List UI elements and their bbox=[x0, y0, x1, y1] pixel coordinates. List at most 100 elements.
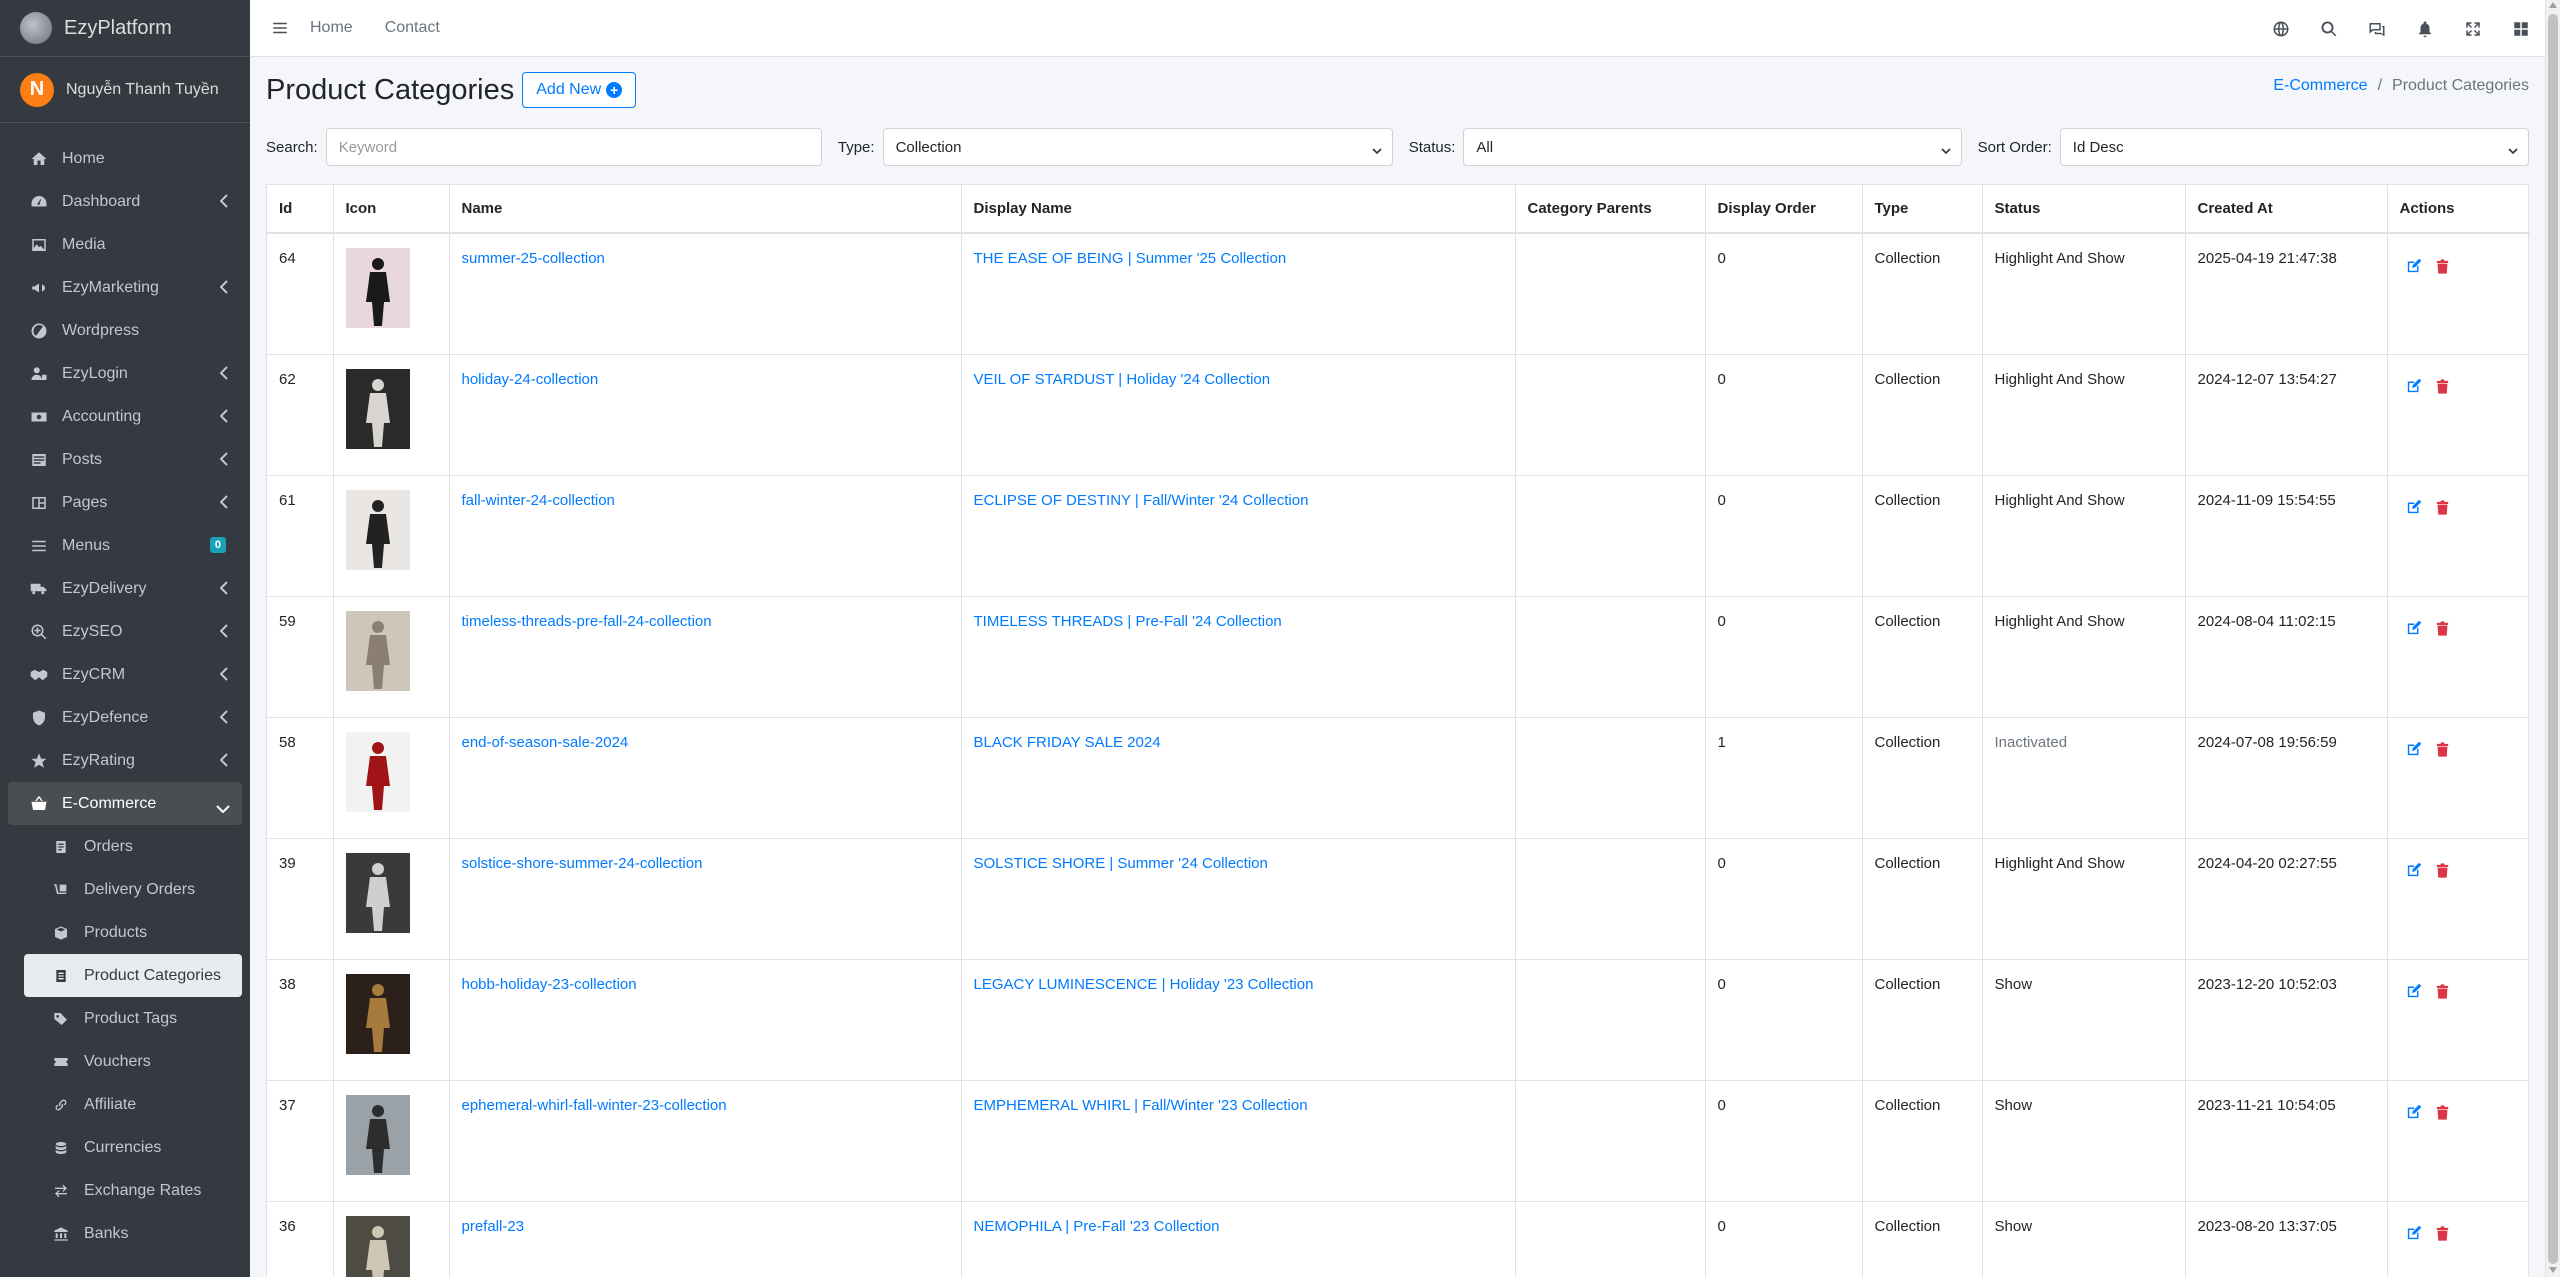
category-display-name-link[interactable]: LEGACY LUMINESCENCE | Holiday '23 Collec… bbox=[974, 976, 1314, 993]
category-name-link[interactable]: timeless-threads-pre-fall-24-collection bbox=[462, 613, 712, 630]
column-header-display-name[interactable]: Display Name bbox=[961, 185, 1516, 234]
edit-button[interactable] bbox=[2404, 1224, 2424, 1244]
column-header-name[interactable]: Name bbox=[449, 185, 962, 234]
basket-icon bbox=[28, 793, 50, 815]
column-header-id[interactable]: Id bbox=[267, 185, 334, 234]
edit-button[interactable] bbox=[2404, 498, 2424, 518]
sidebar-item-ezycrm[interactable]: EzyCRM bbox=[8, 653, 242, 696]
sidebar-item-vouchers[interactable]: Vouchers bbox=[24, 1040, 242, 1083]
sidebar-item-banks[interactable]: Banks bbox=[24, 1212, 242, 1255]
edit-button[interactable] bbox=[2404, 982, 2424, 1002]
category-display-name-link[interactable]: ECLIPSE OF DESTINY | Fall/Winter '24 Col… bbox=[974, 492, 1309, 509]
page-scrollbar[interactable] bbox=[2545, 0, 2560, 1277]
delete-button[interactable] bbox=[2433, 982, 2453, 1002]
sidebar-item-orders[interactable]: Orders bbox=[24, 825, 242, 868]
category-name-link[interactable]: fall-winter-24-collection bbox=[462, 492, 615, 509]
sidebar-item-ecommerce[interactable]: E-Commerce bbox=[8, 782, 242, 825]
sort-order-select[interactable]: Id Desc bbox=[2059, 128, 2529, 166]
category-thumbnail-image[interactable] bbox=[345, 489, 410, 570]
sidebar-item-ezylogin[interactable]: EzyLogin bbox=[8, 352, 242, 395]
category-display-name-link[interactable]: NEMOPHILA | Pre-Fall '23 Collection bbox=[974, 1218, 1220, 1235]
sidebar-item-ezydefence[interactable]: EzyDefence bbox=[8, 696, 242, 739]
delete-button[interactable] bbox=[2433, 498, 2453, 518]
fullscreen-button[interactable] bbox=[2449, 0, 2497, 57]
search-input[interactable]: Keyword bbox=[325, 128, 822, 166]
sidebar-item-products[interactable]: Products bbox=[24, 911, 242, 954]
edit-button[interactable] bbox=[2404, 740, 2424, 760]
edit-button[interactable] bbox=[2404, 1103, 2424, 1123]
messages-button[interactable] bbox=[2353, 0, 2401, 57]
top-link-home[interactable]: Home bbox=[310, 19, 353, 37]
sidebar-item-product-categories[interactable]: Product Categories bbox=[24, 954, 242, 997]
category-thumbnail-image[interactable] bbox=[345, 731, 410, 812]
sidebar-item-exchange-rates[interactable]: Exchange Rates bbox=[24, 1169, 242, 1212]
sidebar-item-ezyrating[interactable]: EzyRating bbox=[8, 739, 242, 782]
category-thumbnail-image[interactable] bbox=[345, 1215, 410, 1277]
scroll-up-arrow[interactable] bbox=[2549, 2, 2557, 8]
sidebar-item-pages[interactable]: Pages bbox=[8, 481, 242, 524]
add-new-button[interactable]: Add New + bbox=[522, 72, 637, 108]
sidebar-item-delivery-orders[interactable]: Delivery Orders bbox=[24, 868, 242, 911]
delete-button[interactable] bbox=[2433, 377, 2453, 397]
sidebar-item-ezydelivery[interactable]: EzyDelivery bbox=[8, 567, 242, 610]
sidebar-item-posts[interactable]: Posts bbox=[8, 438, 242, 481]
category-display-name-link[interactable]: BLACK FRIDAY SALE 2024 bbox=[974, 734, 1161, 751]
category-thumbnail-image[interactable] bbox=[345, 248, 410, 328]
category-name-link[interactable]: solstice-shore-summer-24-collection bbox=[462, 855, 703, 872]
delete-button[interactable] bbox=[2433, 740, 2453, 760]
status-select[interactable]: All bbox=[1463, 128, 1962, 166]
delete-button[interactable] bbox=[2433, 256, 2453, 276]
brand[interactable]: EzyPlatform bbox=[0, 0, 250, 57]
delete-button[interactable] bbox=[2433, 1224, 2453, 1244]
user-panel[interactable]: N Nguyễn Thanh Tuyền bbox=[0, 57, 250, 123]
search-button[interactable] bbox=[2305, 0, 2353, 57]
category-thumbnail-image[interactable] bbox=[345, 368, 410, 449]
sidebar-item-wordpress[interactable]: Wordpress bbox=[8, 309, 242, 352]
sidebar-item-ezymarketing[interactable]: EzyMarketing bbox=[8, 266, 242, 309]
category-thumbnail-image[interactable] bbox=[345, 610, 410, 691]
column-header-display-order[interactable]: Display Order bbox=[1705, 185, 1863, 234]
language-button[interactable] bbox=[2257, 0, 2305, 57]
type-select[interactable]: Collection bbox=[882, 128, 1393, 166]
category-thumbnail-image[interactable] bbox=[345, 852, 410, 933]
top-link-contact[interactable]: Contact bbox=[385, 19, 440, 37]
sidebar-item-product-tags[interactable]: Product Tags bbox=[24, 997, 242, 1040]
hamburger-menu-button[interactable] bbox=[250, 0, 310, 57]
sidebar-item-menus[interactable]: Menus 0 bbox=[8, 524, 242, 567]
category-display-name-link[interactable]: VEIL OF STARDUST | Holiday '24 Collectio… bbox=[974, 371, 1271, 388]
category-display-name-link[interactable]: SOLSTICE SHORE | Summer '24 Collection bbox=[974, 855, 1268, 872]
edit-button[interactable] bbox=[2404, 861, 2424, 881]
search-icon bbox=[2321, 20, 2337, 36]
sidebar-item-media[interactable]: Media bbox=[8, 223, 242, 266]
edit-button[interactable] bbox=[2404, 256, 2424, 276]
category-display-name-link[interactable]: EMPHEMERAL WHIRL | Fall/Winter '23 Colle… bbox=[974, 1097, 1308, 1114]
column-header-created-at[interactable]: Created At bbox=[2185, 185, 2388, 234]
apps-button[interactable] bbox=[2497, 0, 2545, 57]
category-thumbnail-image[interactable] bbox=[345, 973, 410, 1054]
category-name-link[interactable]: prefall-23 bbox=[462, 1218, 525, 1235]
category-thumbnail-image[interactable] bbox=[345, 1094, 410, 1175]
category-name-link[interactable]: end-of-season-sale-2024 bbox=[462, 734, 629, 751]
sidebar-item-accounting[interactable]: Accounting bbox=[8, 395, 242, 438]
category-name-link[interactable]: summer-25-collection bbox=[462, 250, 605, 267]
sidebar-item-currencies[interactable]: Currencies bbox=[24, 1126, 242, 1169]
delete-button[interactable] bbox=[2433, 861, 2453, 881]
category-display-name-link[interactable]: THE EASE OF BEING | Summer '25 Collectio… bbox=[974, 250, 1287, 267]
category-name-link[interactable]: hobb-holiday-23-collection bbox=[462, 976, 637, 993]
sidebar-item-home[interactable]: Home bbox=[8, 137, 242, 180]
cell-icon bbox=[333, 1079, 450, 1201]
sidebar-item-ezyseo[interactable]: EzySEO bbox=[8, 610, 242, 653]
category-name-link[interactable]: ephemeral-whirl-fall-winter-23-collectio… bbox=[462, 1097, 727, 1114]
sidebar-item-dashboard[interactable]: Dashboard bbox=[8, 180, 242, 223]
edit-button[interactable] bbox=[2404, 377, 2424, 397]
category-name-link[interactable]: holiday-24-collection bbox=[462, 371, 599, 388]
notifications-button[interactable] bbox=[2401, 0, 2449, 57]
scroll-thumb[interactable] bbox=[2548, 14, 2558, 1264]
breadcrumb-ecommerce[interactable]: E-Commerce bbox=[2273, 77, 2367, 95]
edit-button[interactable] bbox=[2404, 619, 2424, 639]
delete-button[interactable] bbox=[2433, 1103, 2453, 1123]
sidebar-item-affiliate[interactable]: Affiliate bbox=[24, 1083, 242, 1126]
delete-button[interactable] bbox=[2433, 619, 2453, 639]
category-display-name-link[interactable]: TIMELESS THREADS | Pre-Fall '24 Collecti… bbox=[974, 613, 1282, 630]
scroll-down-arrow[interactable] bbox=[2549, 1267, 2557, 1273]
